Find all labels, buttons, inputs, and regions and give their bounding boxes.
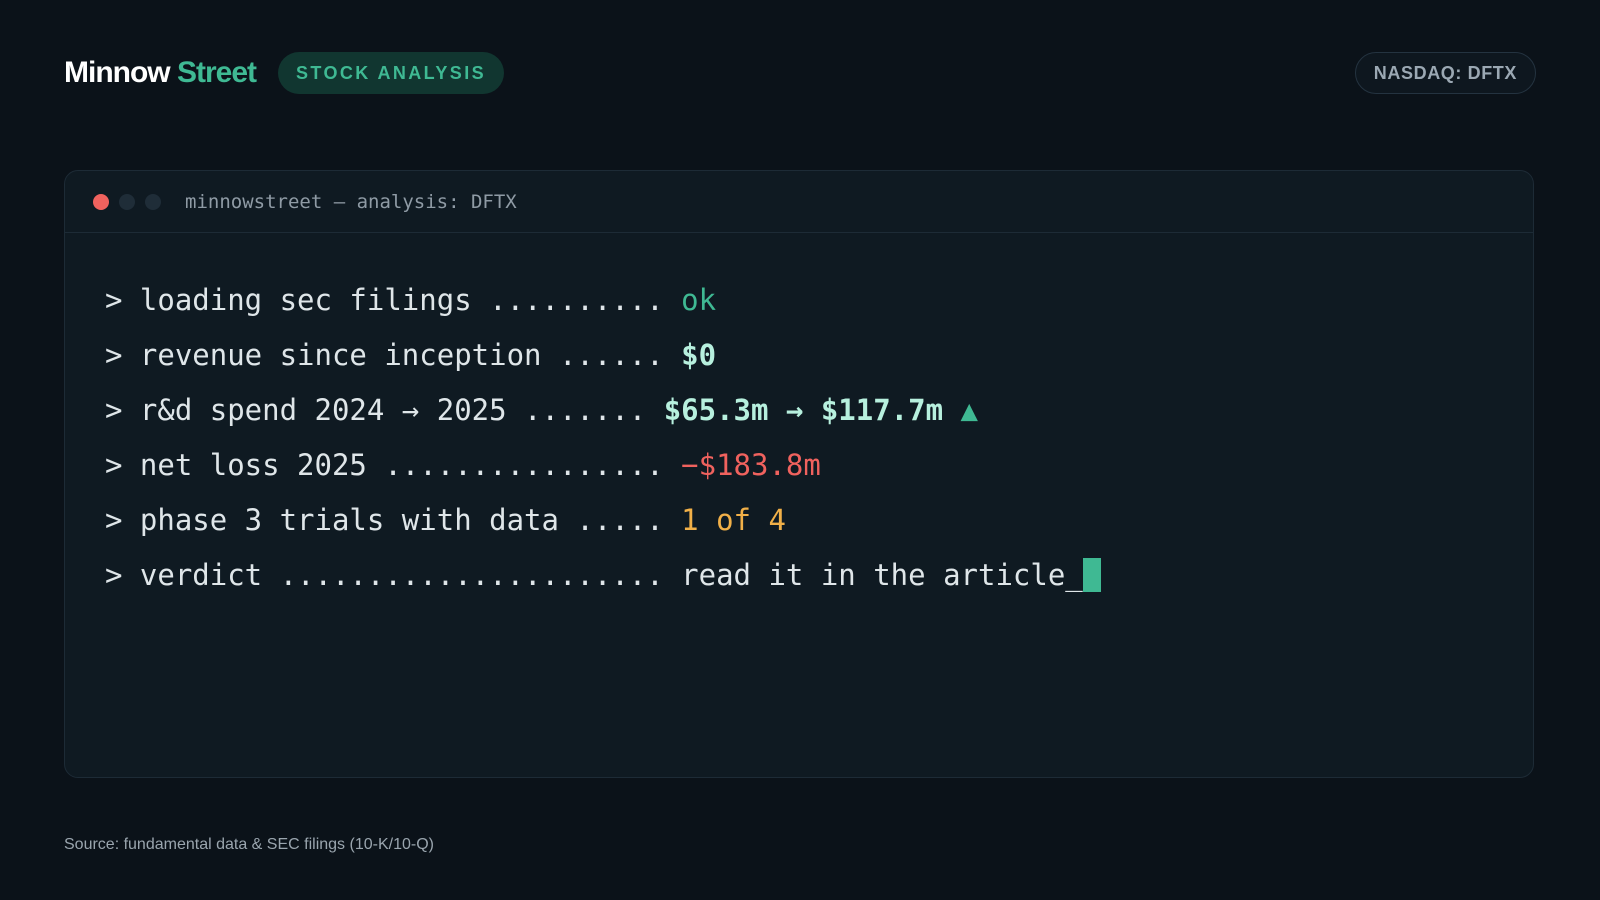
terminal-title: minnowstreet — analysis: DFTX <box>185 190 517 213</box>
line-value-rnd: $65.3m → $117.7m <box>663 393 944 427</box>
terminal-title-bar: minnowstreet — analysis: DFTX <box>65 171 1533 233</box>
terminal-line-verdict: > verdict ...................... read it… <box>105 548 1533 603</box>
line-value-verdict: read it in the article_ <box>681 558 1083 592</box>
line-label: > loading sec filings .......... <box>105 283 682 317</box>
terminal-line-net-loss: > net loss 2025 ................ −$183.8… <box>105 438 1533 493</box>
line-label: > verdict ...................... <box>105 558 682 592</box>
maximize-window-dot[interactable] <box>145 193 161 210</box>
brand-name-second: Street <box>176 56 257 89</box>
terminal-line-trials: > phase 3 trials with data ..... 1 of 4 <box>105 493 1533 548</box>
text-cursor <box>1082 558 1101 592</box>
terminal-line-rnd: > r&d spend 2024 → 2025 ....... $65.3m →… <box>105 383 1533 438</box>
terminal-window: minnowstreet — analysis: DFTX > loading … <box>64 170 1534 778</box>
header: Minnow Street STOCK ANALYSIS <box>64 52 504 94</box>
line-value-trials: 1 of 4 <box>681 503 786 537</box>
terminal-line-filings: > loading sec filings .......... ok <box>105 273 1533 328</box>
up-triangle-icon: ▲ <box>960 393 978 427</box>
line-label: > revenue since inception ...... <box>105 338 682 372</box>
line-value-status: ok <box>681 283 717 317</box>
line-label: > r&d spend 2024 → 2025 ....... <box>105 393 664 427</box>
line-label: > net loss 2025 ................ <box>105 448 682 482</box>
close-window-dot[interactable] <box>93 193 109 210</box>
terminal-line-revenue: > revenue since inception ...... $0 <box>105 328 1533 383</box>
source-note: Source: fundamental data & SEC filings (… <box>64 836 434 853</box>
category-tag: STOCK ANALYSIS <box>278 52 504 94</box>
ticker-badge: NASDAQ: DFTX <box>1354 52 1536 94</box>
line-value-revenue: $0 <box>681 338 717 372</box>
line-label: > phase 3 trials with data ..... <box>105 503 682 537</box>
terminal-output: > loading sec filings .......... ok > re… <box>65 233 1533 603</box>
brand-logo[interactable]: Minnow Street <box>64 53 257 93</box>
brand-name-first: Minnow <box>64 56 171 89</box>
line-value-net-loss: −$183.8m <box>681 448 821 482</box>
minimize-window-dot[interactable] <box>119 193 135 210</box>
